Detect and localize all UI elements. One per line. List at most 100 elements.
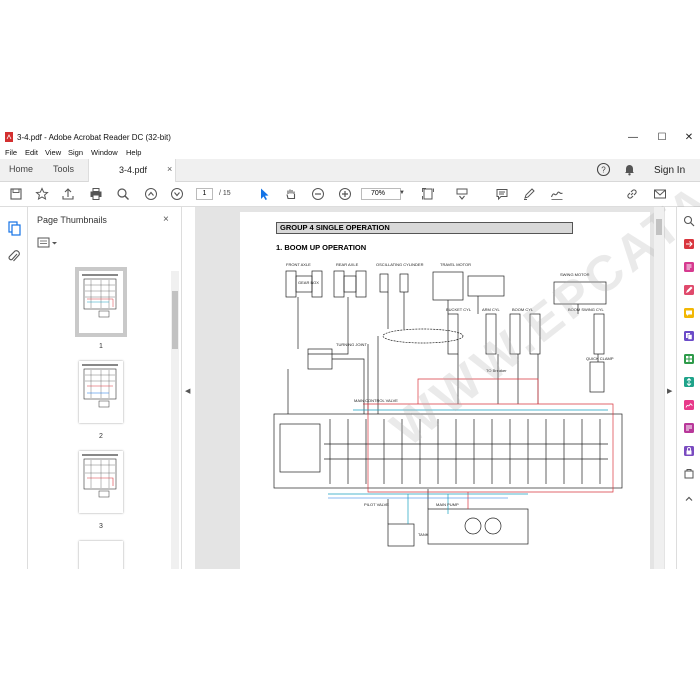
zoom-in-icon[interactable] — [338, 187, 352, 201]
tab-document[interactable]: 3-4.pdf × — [88, 159, 176, 182]
menu-window[interactable]: Window — [91, 148, 118, 157]
thumbnail-number: 2 — [99, 433, 103, 440]
create-pdf-icon[interactable] — [683, 261, 695, 273]
thumbnail-options-icon[interactable] — [37, 237, 59, 249]
bookmark-star-icon[interactable] — [35, 187, 49, 201]
panel-close-icon[interactable]: × — [163, 214, 169, 225]
menu-view[interactable]: View — [45, 148, 61, 157]
page-number-input[interactable]: 1 — [196, 188, 213, 200]
tab-tools[interactable]: Tools — [53, 164, 74, 174]
thumbnail-page-3[interactable] — [79, 451, 123, 513]
label-bucket-cyl: BUCKET CYL — [446, 307, 472, 312]
bell-icon[interactable] — [622, 162, 637, 177]
left-navigation-rail — [0, 207, 28, 569]
sign-in-button[interactable]: Sign In — [654, 165, 685, 176]
label-oscillating-cylinder: OSCILLATING CYLINDER — [376, 262, 424, 267]
print-icon[interactable] — [89, 187, 103, 201]
scrollbar-thumb[interactable] — [656, 219, 662, 235]
expand-tools-icon[interactable] — [683, 493, 695, 505]
thumbnail-preview — [82, 454, 118, 498]
maximize-button[interactable]: ☐ — [647, 129, 677, 146]
comment-tool-icon[interactable] — [683, 307, 695, 319]
share-link-icon[interactable] — [625, 187, 639, 201]
zoom-out-icon[interactable] — [311, 187, 325, 201]
svg-text:?: ? — [601, 166, 606, 175]
thumbnail-preview — [82, 364, 118, 408]
menu-help[interactable]: Help — [126, 148, 141, 157]
menu-edit[interactable]: Edit — [25, 148, 38, 157]
thumbnail-number: 1 — [99, 343, 103, 350]
export-pdf-icon[interactable] — [683, 238, 695, 250]
zoom-level-input[interactable]: 70% — [361, 188, 401, 200]
select-pointer-icon[interactable] — [257, 187, 271, 201]
label-front-axle: FRONT AXLE — [286, 262, 311, 267]
tab-bar: Home Tools 3-4.pdf × ? Sign In — [0, 159, 700, 182]
right-tools-rail — [676, 207, 700, 569]
save-icon[interactable] — [9, 187, 23, 201]
label-gear-box: GEAR BOX — [298, 280, 319, 285]
close-window-button[interactable]: ✕ — [674, 129, 700, 146]
scrollbar-thumb[interactable] — [172, 291, 178, 349]
label-turning-joint: TURNING JOINT — [336, 342, 367, 347]
page-thumbnails-panel: Page Thumbnails × 1 2 3 — [28, 207, 182, 569]
next-page-icon[interactable] — [170, 187, 184, 201]
thumbnail-page-4[interactable] — [79, 541, 123, 569]
window-title: 3-4.pdf - Adobe Acrobat Reader DC (32-bi… — [17, 133, 171, 142]
label-arm-cyl: ARM CYL — [482, 307, 501, 312]
thumbnail-preview — [82, 274, 118, 318]
thumbnail-list: 1 2 3 — [28, 261, 182, 569]
label-rear-axle: REAR AXLE — [336, 262, 359, 267]
compress-pdf-icon[interactable] — [683, 376, 695, 388]
comment-icon[interactable] — [495, 187, 509, 201]
toolbar: 1 / 15 70% ▼ — [0, 182, 700, 207]
acrobat-window: 3-4.pdf - Adobe Acrobat Reader DC (32-bi… — [0, 82, 700, 569]
page-thumbnails-icon[interactable] — [7, 221, 21, 237]
document-viewport: GROUP 4 SINGLE OPERATION 1. BOOM UP OPER… — [195, 82, 700, 569]
combine-files-icon[interactable] — [683, 330, 695, 342]
title-bar: 3-4.pdf - Adobe Acrobat Reader DC (32-bi… — [0, 129, 700, 146]
collapse-left-panel-icon[interactable]: ◀ — [185, 387, 190, 395]
menu-sign[interactable]: Sign — [68, 148, 83, 157]
upload-icon[interactable] — [61, 187, 75, 201]
protect-icon[interactable] — [683, 445, 695, 457]
pdf-page: GROUP 4 SINGLE OPERATION 1. BOOM UP OPER… — [240, 82, 700, 569]
thumbnail-scrollbar[interactable] — [171, 271, 179, 569]
label-main-pump: MAIN PUMP — [436, 502, 459, 507]
panel-title: Page Thumbnails — [37, 215, 107, 225]
thumbnail-page-1[interactable] — [75, 267, 127, 337]
thumbnail-page-2[interactable] — [79, 361, 123, 423]
section-heading: GROUP 4 SINGLE OPERATION — [276, 222, 573, 234]
zoom-search-icon[interactable] — [116, 187, 130, 201]
minimize-button[interactable]: — — [618, 129, 648, 146]
highlight-pen-icon[interactable] — [522, 187, 536, 201]
chevron-down-icon[interactable]: ▼ — [399, 190, 405, 196]
send-for-signature-icon[interactable] — [683, 422, 695, 434]
label-tank: TANK — [418, 532, 429, 537]
menu-bar: File Edit View Sign Window Help — [0, 146, 700, 159]
expand-right-panel-icon[interactable]: ▶ — [667, 387, 672, 395]
scroll-mode-icon[interactable] — [455, 187, 469, 201]
previous-page-icon[interactable] — [144, 187, 158, 201]
page-count: / 15 — [219, 190, 231, 197]
label-pilot-valve: PILOT VALVE — [364, 502, 389, 507]
sign-icon[interactable] — [550, 187, 564, 201]
fit-page-icon[interactable] — [421, 187, 435, 201]
organize-pages-icon[interactable] — [683, 353, 695, 365]
attachment-paperclip-icon[interactable] — [7, 249, 21, 265]
help-icon[interactable]: ? — [596, 162, 611, 177]
thumbnail-number: 3 — [99, 523, 103, 530]
edit-pdf-icon[interactable] — [683, 284, 695, 296]
section-subheading: 1. BOOM UP OPERATION — [276, 243, 367, 252]
tab-home[interactable]: Home — [9, 164, 33, 174]
label-travel-motor: TRAVEL MOTOR — [440, 262, 471, 267]
pdf-file-icon — [5, 132, 13, 142]
hand-tool-icon[interactable] — [284, 187, 298, 201]
tab-document-label: 3-4.pdf — [119, 165, 148, 175]
menu-file[interactable]: File — [5, 148, 17, 157]
fill-sign-icon[interactable] — [683, 399, 695, 411]
search-tool-icon[interactable] — [683, 215, 695, 227]
more-tools-icon[interactable] — [683, 468, 695, 480]
label-quick-clamp: QUICK CLAMP — [586, 356, 614, 361]
tab-close-icon[interactable]: × — [167, 164, 172, 174]
document-scrollbar[interactable] — [654, 207, 664, 569]
